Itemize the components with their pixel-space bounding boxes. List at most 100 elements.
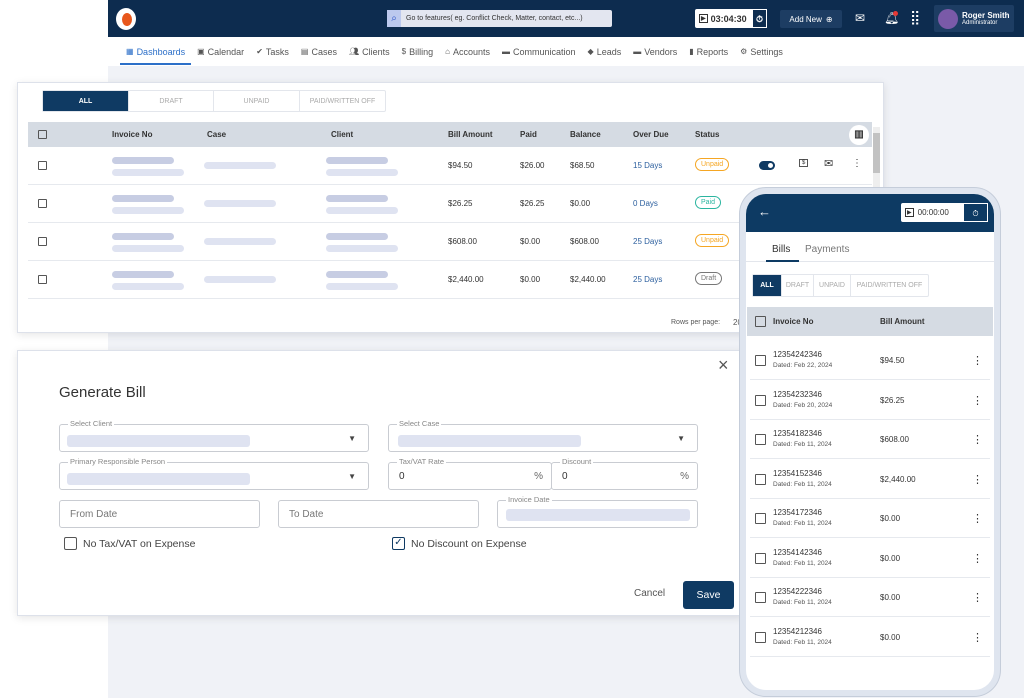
cancel-button[interactable]: Cancel — [634, 588, 665, 599]
list-item[interactable]: 12354182346 Dated: Feb 11, 2024 $608.00 … — [750, 419, 990, 459]
filter-all[interactable]: ALL — [753, 275, 782, 296]
invoice-date: Dated: Feb 11, 2024 — [773, 638, 832, 646]
add-new-button[interactable]: Add New ⊕ — [780, 10, 842, 28]
nav-item-tasks[interactable]: ✔ Tasks — [256, 37, 289, 66]
more-vert-icon[interactable]: ⋮ — [972, 354, 983, 367]
list-item[interactable]: 12354142346 Dated: Feb 11, 2024 $0.00 ⋮ — [750, 538, 990, 578]
col-over-due[interactable]: Over Due — [633, 130, 669, 139]
list-item[interactable]: 12354232346 Dated: Feb 20, 2024 $26.25 ⋮ — [750, 380, 990, 420]
nav-item-communication[interactable]: ▬ Communication — [502, 37, 576, 66]
primary-person-field[interactable]: Primary Responsible Person ▼ — [59, 457, 369, 490]
col-balance[interactable]: Balance — [570, 130, 601, 139]
more-vert-icon[interactable]: ⋮ — [852, 158, 862, 169]
play-icon[interactable]: ▶ — [905, 208, 914, 217]
nav-item-cases[interactable]: ▤ Cases — [301, 37, 337, 66]
mail-icon[interactable]: ✉ — [855, 11, 865, 25]
tab-payments[interactable]: Payments — [805, 244, 849, 255]
save-button[interactable]: Save — [683, 581, 734, 609]
no-tax-checkbox[interactable]: No Tax/VAT on Expense — [64, 537, 195, 550]
nav-item-settings[interactable]: ⚙ Settings — [740, 37, 783, 66]
checkmark-icon[interactable]: ✓ — [392, 537, 405, 550]
row-checkbox[interactable] — [38, 237, 47, 246]
select-all-checkbox[interactable] — [755, 316, 766, 327]
row-checkbox[interactable] — [38, 199, 47, 208]
checkbox-unchecked[interactable] — [64, 537, 77, 550]
dollar-icon[interactable]: $ — [799, 159, 809, 167]
filter-unpaid[interactable]: UNPAID — [814, 275, 851, 296]
more-vert-icon[interactable]: ⋮ — [972, 631, 983, 644]
col-status[interactable]: Status — [695, 130, 719, 139]
list-item[interactable]: 12354222346 Dated: Feb 11, 2024 $0.00 ⋮ — [750, 577, 990, 617]
filter-paid[interactable]: PAID/WRITTEN OFF — [851, 275, 928, 296]
more-vert-icon[interactable]: ⋮ — [972, 394, 983, 407]
alarm-icon[interactable]: ⏱ — [752, 9, 767, 28]
tax-rate-field[interactable]: Tax/VAT Rate 0% — [388, 457, 552, 490]
row-checkbox[interactable] — [755, 631, 766, 643]
row-checkbox[interactable] — [38, 275, 47, 284]
more-vert-icon[interactable]: ⋮ — [972, 591, 983, 604]
logo[interactable] — [116, 8, 136, 30]
filter-draft[interactable]: DRAFT — [782, 275, 814, 296]
col-bill-amount[interactable]: Bill Amount — [448, 130, 493, 139]
row-checkbox[interactable] — [755, 513, 766, 524]
filter-draft[interactable]: DRAFT — [129, 91, 214, 111]
invoice-date-field[interactable]: Invoice Date — [497, 495, 698, 528]
paid-amount: $26.25 — [520, 199, 545, 208]
tab-bills[interactable]: Bills — [772, 244, 790, 255]
row-checkbox[interactable] — [755, 592, 766, 603]
columns-icon[interactable]: ▥ — [849, 125, 869, 145]
select-all-checkbox[interactable] — [38, 130, 47, 139]
nav-item-leads[interactable]: ◆ Leads — [588, 37, 622, 66]
nav-item-reports[interactable]: ▮ Reports — [689, 37, 728, 66]
row-checkbox[interactable] — [755, 355, 766, 366]
row-checkbox[interactable] — [755, 394, 766, 406]
col-case[interactable]: Case — [207, 130, 226, 139]
filter-paid[interactable]: PAID/WRITTEN OFF — [300, 91, 385, 111]
filter-unpaid[interactable]: UNPAID — [214, 91, 300, 111]
list-item[interactable]: 12354172346 Dated: Feb 11, 2024 $0.00 ⋮ — [750, 498, 990, 538]
back-arrow-icon[interactable]: ← — [758, 204, 771, 219]
more-vert-icon[interactable]: ⋮ — [972, 512, 983, 525]
timer[interactable]: ▶ 03:04:30 ⏱ — [695, 9, 767, 28]
user-menu[interactable]: Roger Smith Administrator — [934, 5, 1014, 32]
col-client[interactable]: Client — [331, 130, 353, 139]
col-invoice-no[interactable]: Invoice No — [112, 130, 152, 139]
col-paid[interactable]: Paid — [520, 130, 537, 139]
from-date-field[interactable]: From Date — [59, 500, 260, 528]
mail-icon[interactable]: ✉ — [824, 157, 833, 170]
paid-amount: $0.00 — [520, 237, 541, 246]
list-item[interactable]: 12354152346 Dated: Feb 11, 2024 $2,440.0… — [750, 459, 990, 499]
row-checkbox[interactable] — [755, 473, 766, 485]
to-date-field[interactable]: To Date — [278, 500, 479, 528]
toggle-switch[interactable] — [759, 161, 775, 170]
filter-all[interactable]: ALL — [43, 91, 129, 111]
nav-item-calendar[interactable]: ▣ Calendar — [197, 37, 244, 66]
play-icon[interactable]: ▶ — [699, 14, 708, 23]
row-checkbox[interactable] — [755, 552, 766, 564]
table-row[interactable]: $94.50 $26.00 $68.50 15 Days Unpaid $ ✉ … — [28, 147, 872, 185]
select-case-field[interactable]: Select Case ▼ — [388, 419, 698, 452]
row-checkbox[interactable] — [38, 161, 47, 170]
discount-field[interactable]: Discount 0% — [551, 457, 698, 490]
nav-item-vendors[interactable]: ▬ Vendors — [633, 37, 677, 66]
nav-item-accounts[interactable]: ⌂ Accounts — [445, 37, 490, 66]
more-vert-icon[interactable]: ⋮ — [972, 552, 983, 565]
list-item[interactable]: 12354242346 Dated: Feb 22, 2024 $94.50 ⋮ — [750, 340, 990, 380]
row-checkbox[interactable] — [755, 434, 766, 445]
nav-item-dashboards[interactable]: ▦ Dashboards — [119, 37, 192, 66]
search-input[interactable]: ⌕ Go to features( eg. Conflict Check, Mat… — [387, 10, 612, 27]
apps-grid-icon[interactable]: ⣿ — [910, 9, 920, 26]
nav-item-label: Leads — [596, 46, 622, 57]
select-client-field[interactable]: Select Client ▼ — [59, 419, 369, 452]
alarm-icon[interactable]: ⏱ — [963, 203, 988, 222]
nav-item-clients[interactable]: 👥︎ Clients — [349, 37, 390, 66]
list-item[interactable]: 12354212346 Dated: Feb 11, 2024 $0.00 ⋮ — [750, 617, 990, 657]
nav-item-billing[interactable]: $ Billing — [402, 37, 433, 66]
more-vert-icon[interactable]: ⋮ — [972, 433, 983, 446]
close-icon[interactable]: × — [718, 355, 729, 376]
discount-label: Discount — [560, 457, 594, 466]
mobile-timer[interactable]: ▶ 00:00:00 ⏱ — [901, 203, 988, 222]
no-discount-checkbox[interactable]: ✓ No Discount on Expense — [392, 537, 527, 550]
more-vert-icon[interactable]: ⋮ — [972, 473, 983, 486]
top-bar: ⌕ Go to features( eg. Conflict Check, Mat… — [108, 0, 1024, 37]
